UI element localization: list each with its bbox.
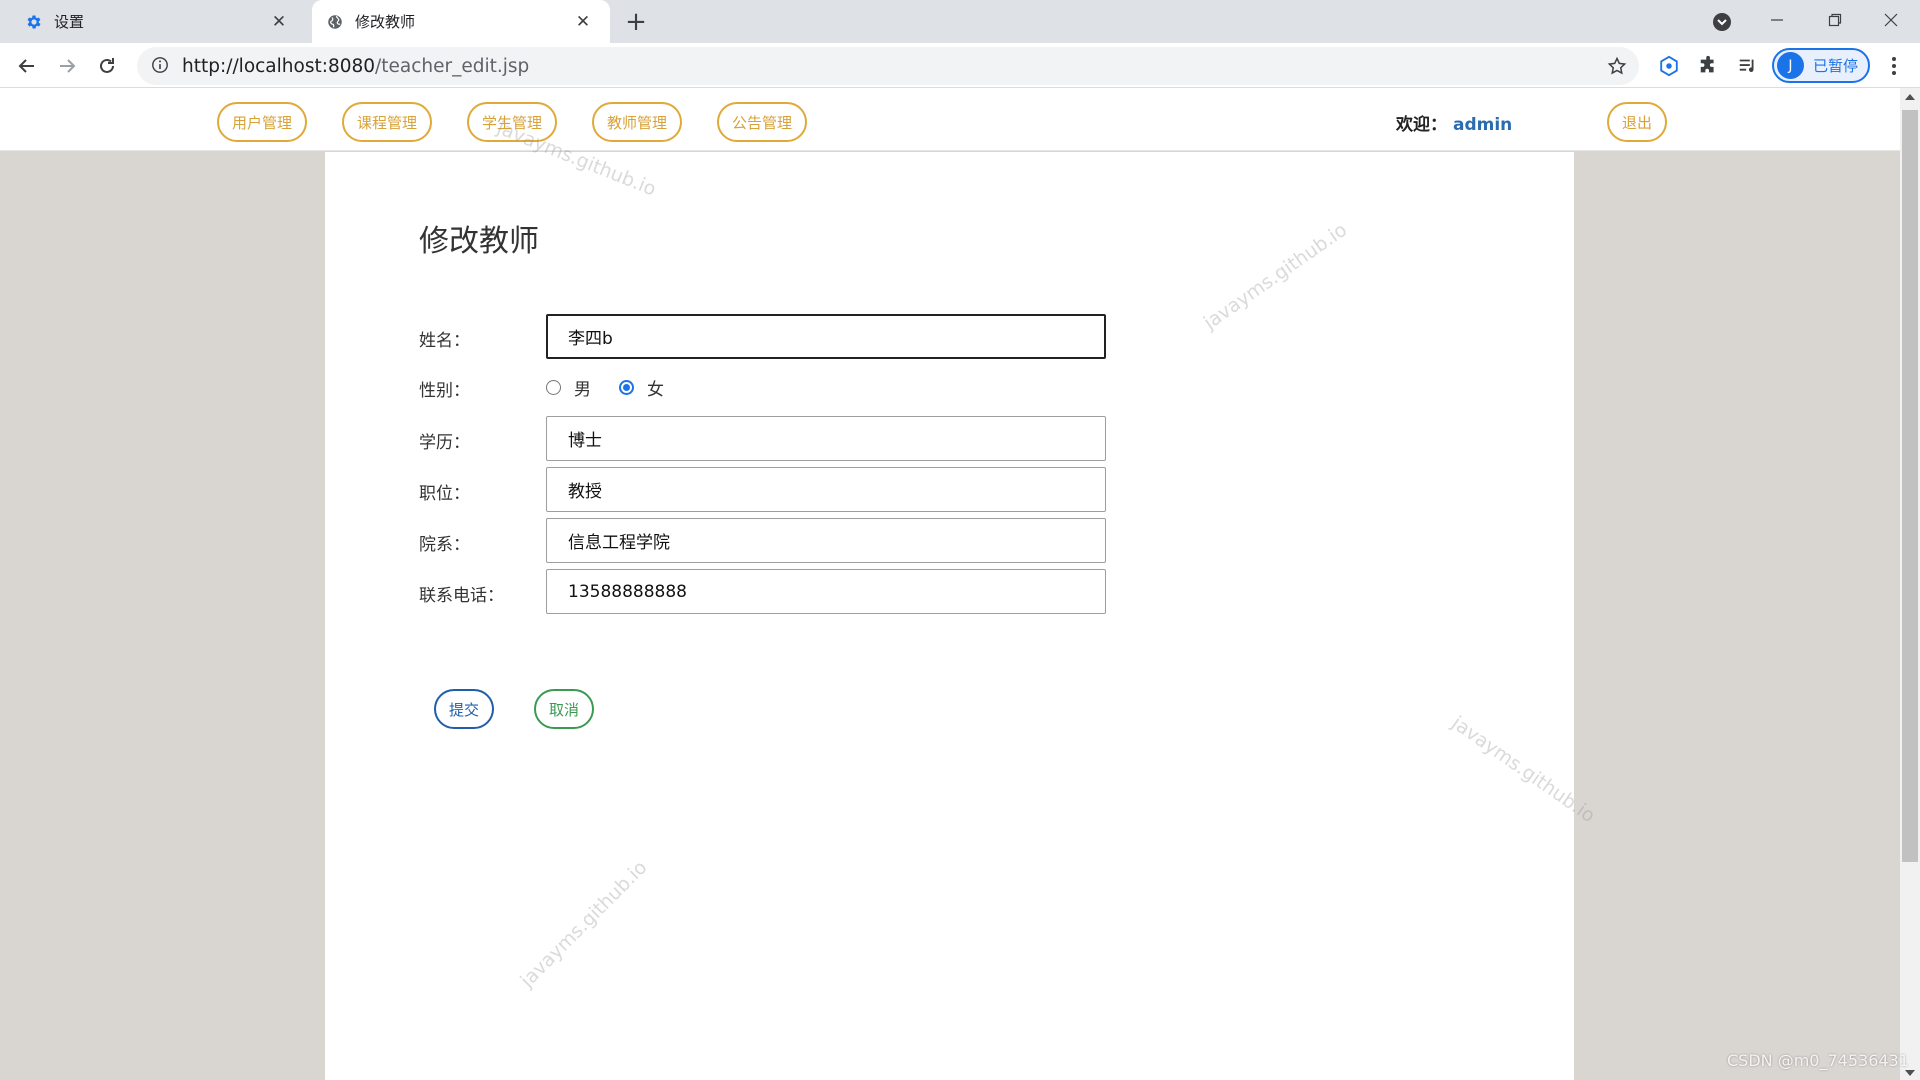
avatar: J [1777, 52, 1804, 79]
tab-search-icon[interactable] [1710, 10, 1734, 34]
page-scrollbar[interactable] [1900, 88, 1920, 1080]
submit-button[interactable]: 提交 [434, 689, 494, 729]
url-host: http://localhost:8080 [182, 55, 376, 77]
phone-row: 联系电话： [419, 569, 1119, 615]
welcome-text: 欢迎： admin [1396, 110, 1512, 135]
tab-edit-teacher[interactable]: 修改教师 ✕ [312, 0, 610, 43]
logout-button[interactable]: 退出 [1607, 102, 1667, 142]
nav-course-management[interactable]: 课程管理 [342, 102, 432, 142]
gender-label: 性别： [419, 381, 470, 401]
scroll-up-icon[interactable] [1905, 94, 1915, 100]
nav-teacher-management[interactable]: 教师管理 [592, 102, 682, 142]
tab-title: 修改教师 [355, 13, 416, 31]
extension-hex-icon[interactable] [1656, 53, 1682, 79]
education-input[interactable] [546, 416, 1106, 461]
close-icon[interactable]: ✕ [568, 7, 598, 37]
minimize-icon[interactable] [1748, 0, 1806, 40]
department-input[interactable] [546, 518, 1106, 563]
gender-row: 性别： 男 女 [419, 364, 1119, 410]
scrollbar-thumb[interactable] [1902, 110, 1918, 862]
tab-settings[interactable]: 设置 ✕ [0, 0, 306, 43]
browser-toolbar: http://localhost:8080/teacher_edit.jsp J… [0, 43, 1920, 88]
window-close-icon[interactable] [1862, 0, 1920, 40]
gear-icon [24, 12, 44, 32]
phone-label: 联系电话： [419, 586, 504, 606]
close-icon[interactable]: ✕ [264, 7, 294, 37]
name-label: 姓名： [419, 331, 470, 351]
tab-strip: 设置 ✕ 修改教师 ✕ + [0, 0, 1920, 43]
position-row: 职位： [419, 467, 1119, 513]
gender-female-label: 女 [647, 380, 664, 400]
education-row: 学历： [419, 416, 1119, 462]
profile-status: 已暂停 [1813, 57, 1859, 75]
media-queue-icon[interactable] [1735, 53, 1761, 79]
globe-icon [325, 12, 345, 32]
page-title: 修改教师 [419, 224, 539, 259]
extensions-puzzle-icon[interactable] [1696, 53, 1722, 79]
gender-female-radio[interactable]: 女 [619, 375, 664, 400]
bookmark-star-icon[interactable] [1607, 56, 1627, 76]
url-path: /teacher_edit.jsp [375, 55, 530, 77]
main-content: 修改教师 姓名： 性别： 男 女 学历： 职位： 院系： [325, 152, 1574, 1080]
url-text: http://localhost:8080/teacher_edit.jsp [182, 56, 529, 77]
welcome-label: 欢迎： [1396, 115, 1447, 135]
name-row: 姓名： [419, 314, 1119, 360]
tab-title: 设置 [54, 13, 85, 31]
page-viewport: 用户管理 课程管理 学生管理 教师管理 公告管理 欢迎： admin 退出 修改教… [0, 88, 1900, 1080]
restore-icon[interactable] [1806, 0, 1864, 40]
credit-watermark: CSDN @m0_74536431 [1727, 1051, 1909, 1070]
department-row: 院系： [419, 518, 1119, 564]
reload-icon[interactable] [90, 49, 124, 83]
department-label: 院系： [419, 535, 470, 555]
name-input[interactable] [546, 314, 1106, 359]
top-nav: 用户管理 课程管理 学生管理 教师管理 公告管理 欢迎： admin 退出 [0, 88, 1900, 151]
position-label: 职位： [419, 484, 470, 504]
back-icon[interactable] [10, 49, 44, 83]
position-input[interactable] [546, 467, 1106, 512]
nav-announcement-management[interactable]: 公告管理 [717, 102, 807, 142]
education-label: 学历： [419, 433, 470, 453]
radio-unchecked-icon [546, 380, 561, 395]
gender-male-radio[interactable]: 男 [546, 375, 591, 400]
nav-user-management[interactable]: 用户管理 [217, 102, 307, 142]
radio-checked-icon [619, 380, 634, 395]
profile-button[interactable]: J 已暂停 [1772, 48, 1870, 83]
menu-dots-icon[interactable] [1884, 53, 1904, 79]
info-icon[interactable] [151, 56, 171, 76]
scroll-down-icon[interactable] [1905, 1070, 1915, 1076]
phone-input[interactable] [546, 569, 1106, 614]
cancel-button[interactable]: 取消 [534, 689, 594, 729]
new-tab-button[interactable]: + [620, 6, 652, 38]
gender-male-label: 男 [574, 380, 591, 400]
address-bar[interactable]: http://localhost:8080/teacher_edit.jsp [137, 47, 1639, 85]
forward-icon[interactable] [50, 49, 84, 83]
username: admin [1453, 115, 1513, 135]
